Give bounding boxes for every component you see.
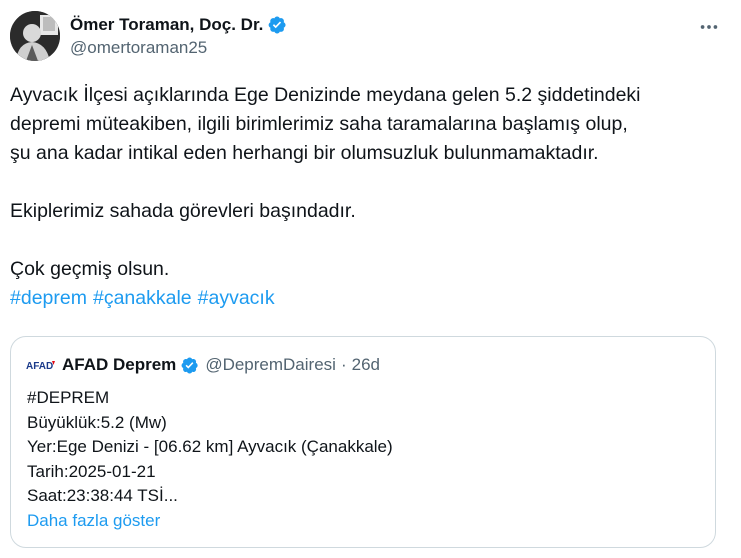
author-name-row: Ömer Toraman, Doç. Dr. [70,12,287,38]
quoted-line: Saat:23:38:44 TSİ... [27,486,178,505]
avatar[interactable] [10,11,60,61]
hashtag-list: #deprem #çanakkale #ayvacık [10,284,730,313]
author-name[interactable]: Ömer Toraman, Doç. Dr. [70,15,263,35]
quoted-author-name[interactable]: AFAD Deprem [62,355,176,375]
quoted-author-handle[interactable]: @DepremDairesi [205,355,336,375]
tweet-paragraph: Ekiplerimiz sahada görevleri başındadır. [10,200,356,222]
quoted-line: Büyüklük:5.2 (Mw) [27,412,167,432]
show-more-link[interactable]: Daha fazla göster [27,509,393,534]
hashtag-link[interactable]: #deprem [10,287,87,309]
afad-logo-icon: AFAD [26,358,56,372]
quoted-line: Yer:Ege Denizi - [06.62 km] Ayvacık (Çan… [27,437,393,456]
tweet-paragraph: Çok geçmiş olsun. [10,258,170,280]
verified-badge-icon[interactable] [267,15,287,35]
quoted-line: #DEPREM [27,388,110,407]
hashtag-link[interactable]: #çanakkale [93,287,192,309]
tweet-text: Ayvacık İlçesi açıklarında Ege Denizinde… [10,81,730,313]
quoted-timestamp[interactable]: 26d [352,355,380,375]
tweet-line: Ayvacık İlçesi açıklarında Ege Denizinde… [10,84,641,106]
more-horizontal-icon [700,25,718,29]
hashtag-link[interactable]: #ayvacık [198,287,275,309]
quoted-tweet-body: #DEPREM Büyüklük:5.2 (Mw) Yer:Ege Denizi… [27,386,393,533]
verified-badge-icon[interactable] [180,356,199,375]
separator-dot: · [340,355,347,374]
quoted-tweet-header: AFAD AFAD Deprem @DepremDairesi · 26d [26,354,380,376]
tweet-line: şu ana kadar intikal eden herhangi bir o… [10,142,599,164]
avatar-photo [10,11,60,61]
tweet-line: depremi müteakiben, ilgili birimlerimiz … [10,113,628,135]
quoted-tweet[interactable]: AFAD AFAD Deprem @DepremDairesi · 26d #D… [10,336,716,548]
svg-text:AFAD: AFAD [26,361,53,372]
more-options-button[interactable] [692,10,726,44]
author-handle[interactable]: @omertoraman25 [70,38,207,58]
quoted-line: Tarih:2025-01-21 [27,461,156,481]
